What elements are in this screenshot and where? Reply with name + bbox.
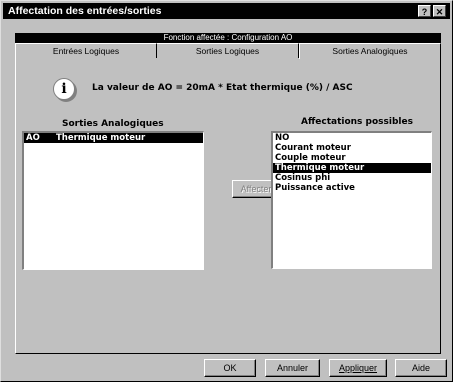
dialog-window: Affectation des entrées/sorties ? ✕ Fonc… bbox=[0, 0, 453, 382]
list-item-couple-moteur[interactable]: Couple moteur bbox=[273, 153, 431, 163]
tab-label: Sorties Logiques bbox=[195, 46, 260, 56]
tab-sorties-analogiques[interactable]: Sorties Analogiques bbox=[299, 43, 441, 59]
cancel-button[interactable]: Annuler bbox=[265, 359, 320, 377]
list-item-thermique-moteur[interactable]: Thermique moteur bbox=[273, 163, 431, 173]
tab-entrees-logiques[interactable]: Entrées Logiques bbox=[15, 43, 157, 58]
list-item-output[interactable]: AO Thermique moteur bbox=[24, 133, 203, 143]
help-button[interactable]: Aide bbox=[395, 359, 447, 377]
apply-button[interactable]: Appliquer bbox=[329, 359, 387, 377]
list-item-cosinus-phi[interactable]: Cosinus phi bbox=[273, 173, 431, 183]
outputs-list[interactable]: AO Thermique moteur bbox=[22, 131, 204, 270]
output-name: Thermique moteur bbox=[56, 133, 146, 143]
tab-label: Entrées Logiques bbox=[52, 46, 120, 56]
info-icon: i bbox=[53, 78, 75, 100]
ok-button[interactable]: OK bbox=[204, 359, 256, 377]
function-header: Fonction affectée : Configuration AO bbox=[15, 33, 441, 43]
tab-label: Sorties Analogiques bbox=[332, 46, 408, 56]
list-item-puissance-active[interactable]: Puissance active bbox=[273, 183, 431, 193]
possible-title: Affectations possibles bbox=[301, 117, 413, 127]
list-item-courant-moteur[interactable]: Courant moteur bbox=[273, 143, 431, 153]
possible-list[interactable]: NO Courant moteur Couple moteur Thermiqu… bbox=[271, 131, 432, 269]
tab-sorties-logiques[interactable]: Sorties Logiques bbox=[157, 43, 299, 58]
tab-panel: i La valeur de AO = 20mA * Etat thermiqu… bbox=[15, 58, 441, 354]
help-title-button[interactable]: ? bbox=[418, 5, 431, 17]
title-bar: Affectation des entrées/sorties ? ✕ bbox=[3, 3, 450, 19]
list-item-no[interactable]: NO bbox=[273, 133, 431, 143]
close-button[interactable]: ✕ bbox=[433, 5, 446, 17]
tab-strip: Entrées Logiques Sorties Logiques Sortie… bbox=[15, 43, 441, 59]
outputs-title: Sorties Analogiques bbox=[62, 119, 164, 129]
window-title: Affectation des entrées/sorties bbox=[8, 5, 162, 17]
formula-text: La valeur de AO = 20mA * Etat thermique … bbox=[92, 83, 353, 93]
output-code: AO bbox=[26, 133, 40, 143]
